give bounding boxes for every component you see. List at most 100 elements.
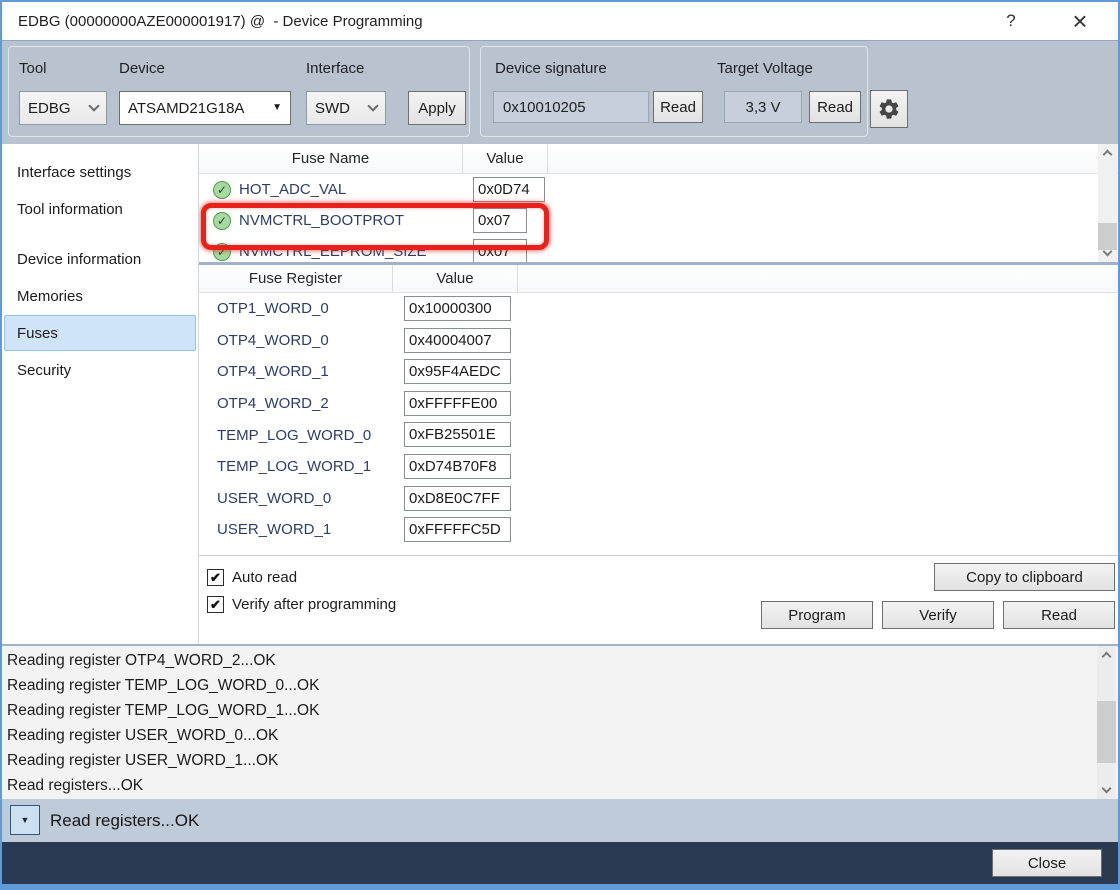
fuse-row[interactable]: ✓ HOT_ADC_VAL <box>199 174 1118 205</box>
check-circle-icon: ✓ <box>213 243 231 261</box>
fuse-table-header: Fuse Name Value <box>199 144 1118 174</box>
status-bar: ▼ Read registers...OK <box>2 799 1118 842</box>
read-button[interactable]: Read <box>1003 601 1115 629</box>
scroll-down-icon[interactable] <box>1097 782 1116 799</box>
fuse-value-input[interactable] <box>473 239 527 262</box>
read-voltage-button[interactable]: Read <box>809 91 861 123</box>
register-row[interactable]: TEMP_LOG_WORD_1 <box>199 451 1118 483</box>
verify-after-programming-option[interactable]: ✔ Verify after programming <box>207 596 396 613</box>
register-name: OTP4_WORD_1 <box>217 363 329 380</box>
register-row[interactable]: OTP4_WORD_1 <box>199 356 1118 388</box>
scroll-up-icon[interactable] <box>1098 144 1117 161</box>
target-voltage-label: Target Voltage <box>717 60 813 77</box>
close-button[interactable]: Close <box>992 849 1102 877</box>
fuse-row[interactable]: ✓ NVMCTRL_BOOTPROT <box>199 205 1118 236</box>
log-line: Reading register USER_WORD_0...OK <box>7 723 1092 748</box>
register-value-input[interactable] <box>404 517 511 542</box>
register-value-input[interactable] <box>404 454 511 479</box>
scroll-down-icon[interactable] <box>1098 245 1117 262</box>
check-circle-icon: ✓ <box>213 181 231 199</box>
sidebar-item-label: Device information <box>17 251 141 268</box>
interface-label: Interface <box>306 60 364 77</box>
gear-icon <box>877 97 901 121</box>
fuse-name: HOT_ADC_VAL <box>239 181 346 198</box>
sidebar-item[interactable]: Interface settings <box>4 154 196 190</box>
program-button[interactable]: Program <box>761 601 873 629</box>
settings-button[interactable] <box>870 90 908 128</box>
log-lines: Reading register OTP4_WORD_2...OK Reading… <box>7 648 1092 798</box>
device-signature-field[interactable]: 0x10010205 <box>493 91 649 123</box>
register-name: OTP4_WORD_2 <box>217 395 329 412</box>
scrollbar-thumb[interactable] <box>1097 701 1116 763</box>
fuse-value-input[interactable] <box>473 208 527 233</box>
sidebar-item[interactable]: Security <box>4 352 196 388</box>
read-signature-button[interactable]: Read <box>653 91 703 123</box>
register-row[interactable]: OTP4_WORD_0 <box>199 325 1118 357</box>
register-row[interactable]: OTP1_WORD_0 <box>199 293 1118 325</box>
check-circle-icon: ✓ <box>213 212 231 230</box>
verify-button[interactable]: Verify <box>882 601 994 629</box>
interface-select[interactable]: SWD <box>306 91 386 125</box>
sidebar-item[interactable]: Fuses <box>4 315 196 351</box>
register-row[interactable]: USER_WORD_1 <box>199 514 1118 546</box>
toolbar: Tool Device Interface EDBG ATSAMD21G18A … <box>2 40 1118 144</box>
status-message: Read registers...OK <box>50 811 199 831</box>
auto-read-checkbox[interactable]: ✔ <box>207 569 224 586</box>
verify-after-programming-label: Verify after programming <box>232 596 396 613</box>
register-row[interactable]: TEMP_LOG_WORD_0 <box>199 419 1118 451</box>
log-line: Reading register TEMP_LOG_WORD_1...OK <box>7 698 1092 723</box>
log-scrollbar[interactable] <box>1097 646 1116 799</box>
register-value-input[interactable] <box>404 328 511 353</box>
dropdown-arrow-icon: ▼ <box>21 816 30 825</box>
verify-after-programming-checkbox[interactable]: ✔ <box>207 596 224 613</box>
register-name: USER_WORD_1 <box>217 521 331 538</box>
register-value-input[interactable] <box>404 296 511 321</box>
window-title: EDBG (00000000AZE000001917) @ - Device P… <box>18 13 423 30</box>
sidebar-item[interactable]: Device information <box>4 241 196 277</box>
apply-button[interactable]: Apply <box>408 91 466 125</box>
register-value-input[interactable] <box>404 391 511 416</box>
device-select[interactable]: ATSAMD21G18A ▼ <box>119 91 291 125</box>
fuse-table-scrollbar[interactable] <box>1098 144 1117 262</box>
register-table-header: Fuse Register Value <box>199 265 1118 293</box>
register-row[interactable]: OTP4_WORD_2 <box>199 388 1118 420</box>
sidebar-item-label: Memories <box>17 288 83 305</box>
register-value-input[interactable] <box>404 359 511 384</box>
sidebar-item[interactable]: Memories <box>4 278 196 314</box>
fuse-row[interactable]: ✓ NVMCTRL_EEPROM_SIZE <box>199 236 1118 262</box>
window-close-button[interactable]: × <box>1060 2 1100 40</box>
register-value-input[interactable] <box>404 486 511 511</box>
sidebar-item-label: Interface settings <box>17 164 131 181</box>
fuse-name: NVMCTRL_BOOTPROT <box>239 212 404 229</box>
fuse-table-rows: ✓ HOT_ADC_VAL ✓ NVMCTRL_BOOTPROT ✓ NVMCT… <box>199 174 1118 262</box>
tool-select[interactable]: EDBG <box>19 91 107 125</box>
chevron-down-icon <box>367 100 378 111</box>
signature-voltage-group: Device signature Target Voltage 0x100102… <box>480 46 868 137</box>
sidebar-item[interactable]: Tool information <box>4 191 196 227</box>
title-bar: EDBG (00000000AZE000001917) @ - Device P… <box>2 2 1118 40</box>
auto-read-label: Auto read <box>232 569 297 586</box>
register-name: OTP4_WORD_0 <box>217 332 329 349</box>
target-voltage-field[interactable]: 3,3 V <box>724 91 802 123</box>
register-value-input[interactable] <box>404 422 511 447</box>
fuse-value-input[interactable] <box>473 177 545 202</box>
register-row[interactable]: USER_WORD_0 <box>199 483 1118 515</box>
checkmark-icon: ✔ <box>210 570 221 586</box>
checkmark-icon: ✔ <box>210 597 221 613</box>
sidebar-item-label: Security <box>17 362 71 379</box>
fuse-name-header: Fuse Name <box>199 144 463 173</box>
auto-read-option[interactable]: ✔ Auto read <box>207 569 297 586</box>
device-label: Device <box>119 60 165 77</box>
help-button[interactable]: ? <box>994 2 1028 40</box>
footer-bar: Close <box>2 842 1118 884</box>
close-icon: × <box>1072 6 1087 37</box>
scroll-up-icon[interactable] <box>1097 646 1116 663</box>
status-expand-button[interactable]: ▼ <box>10 805 40 835</box>
device-programming-dialog: EDBG (00000000AZE000001917) @ - Device P… <box>0 0 1120 890</box>
copy-to-clipboard-button[interactable]: Copy to clipboard <box>934 563 1115 591</box>
options-and-actions: ✔ Auto read ✔ Verify after programming C… <box>199 555 1118 644</box>
tool-label: Tool <box>19 60 47 77</box>
fuse-table-pane: Fuse Name Value ✓ HOT_ADC_VAL ✓ NVMCTRL_… <box>199 144 1118 262</box>
register-name: USER_WORD_0 <box>217 490 331 507</box>
log-line: Reading register OTP4_WORD_2...OK <box>7 648 1092 673</box>
